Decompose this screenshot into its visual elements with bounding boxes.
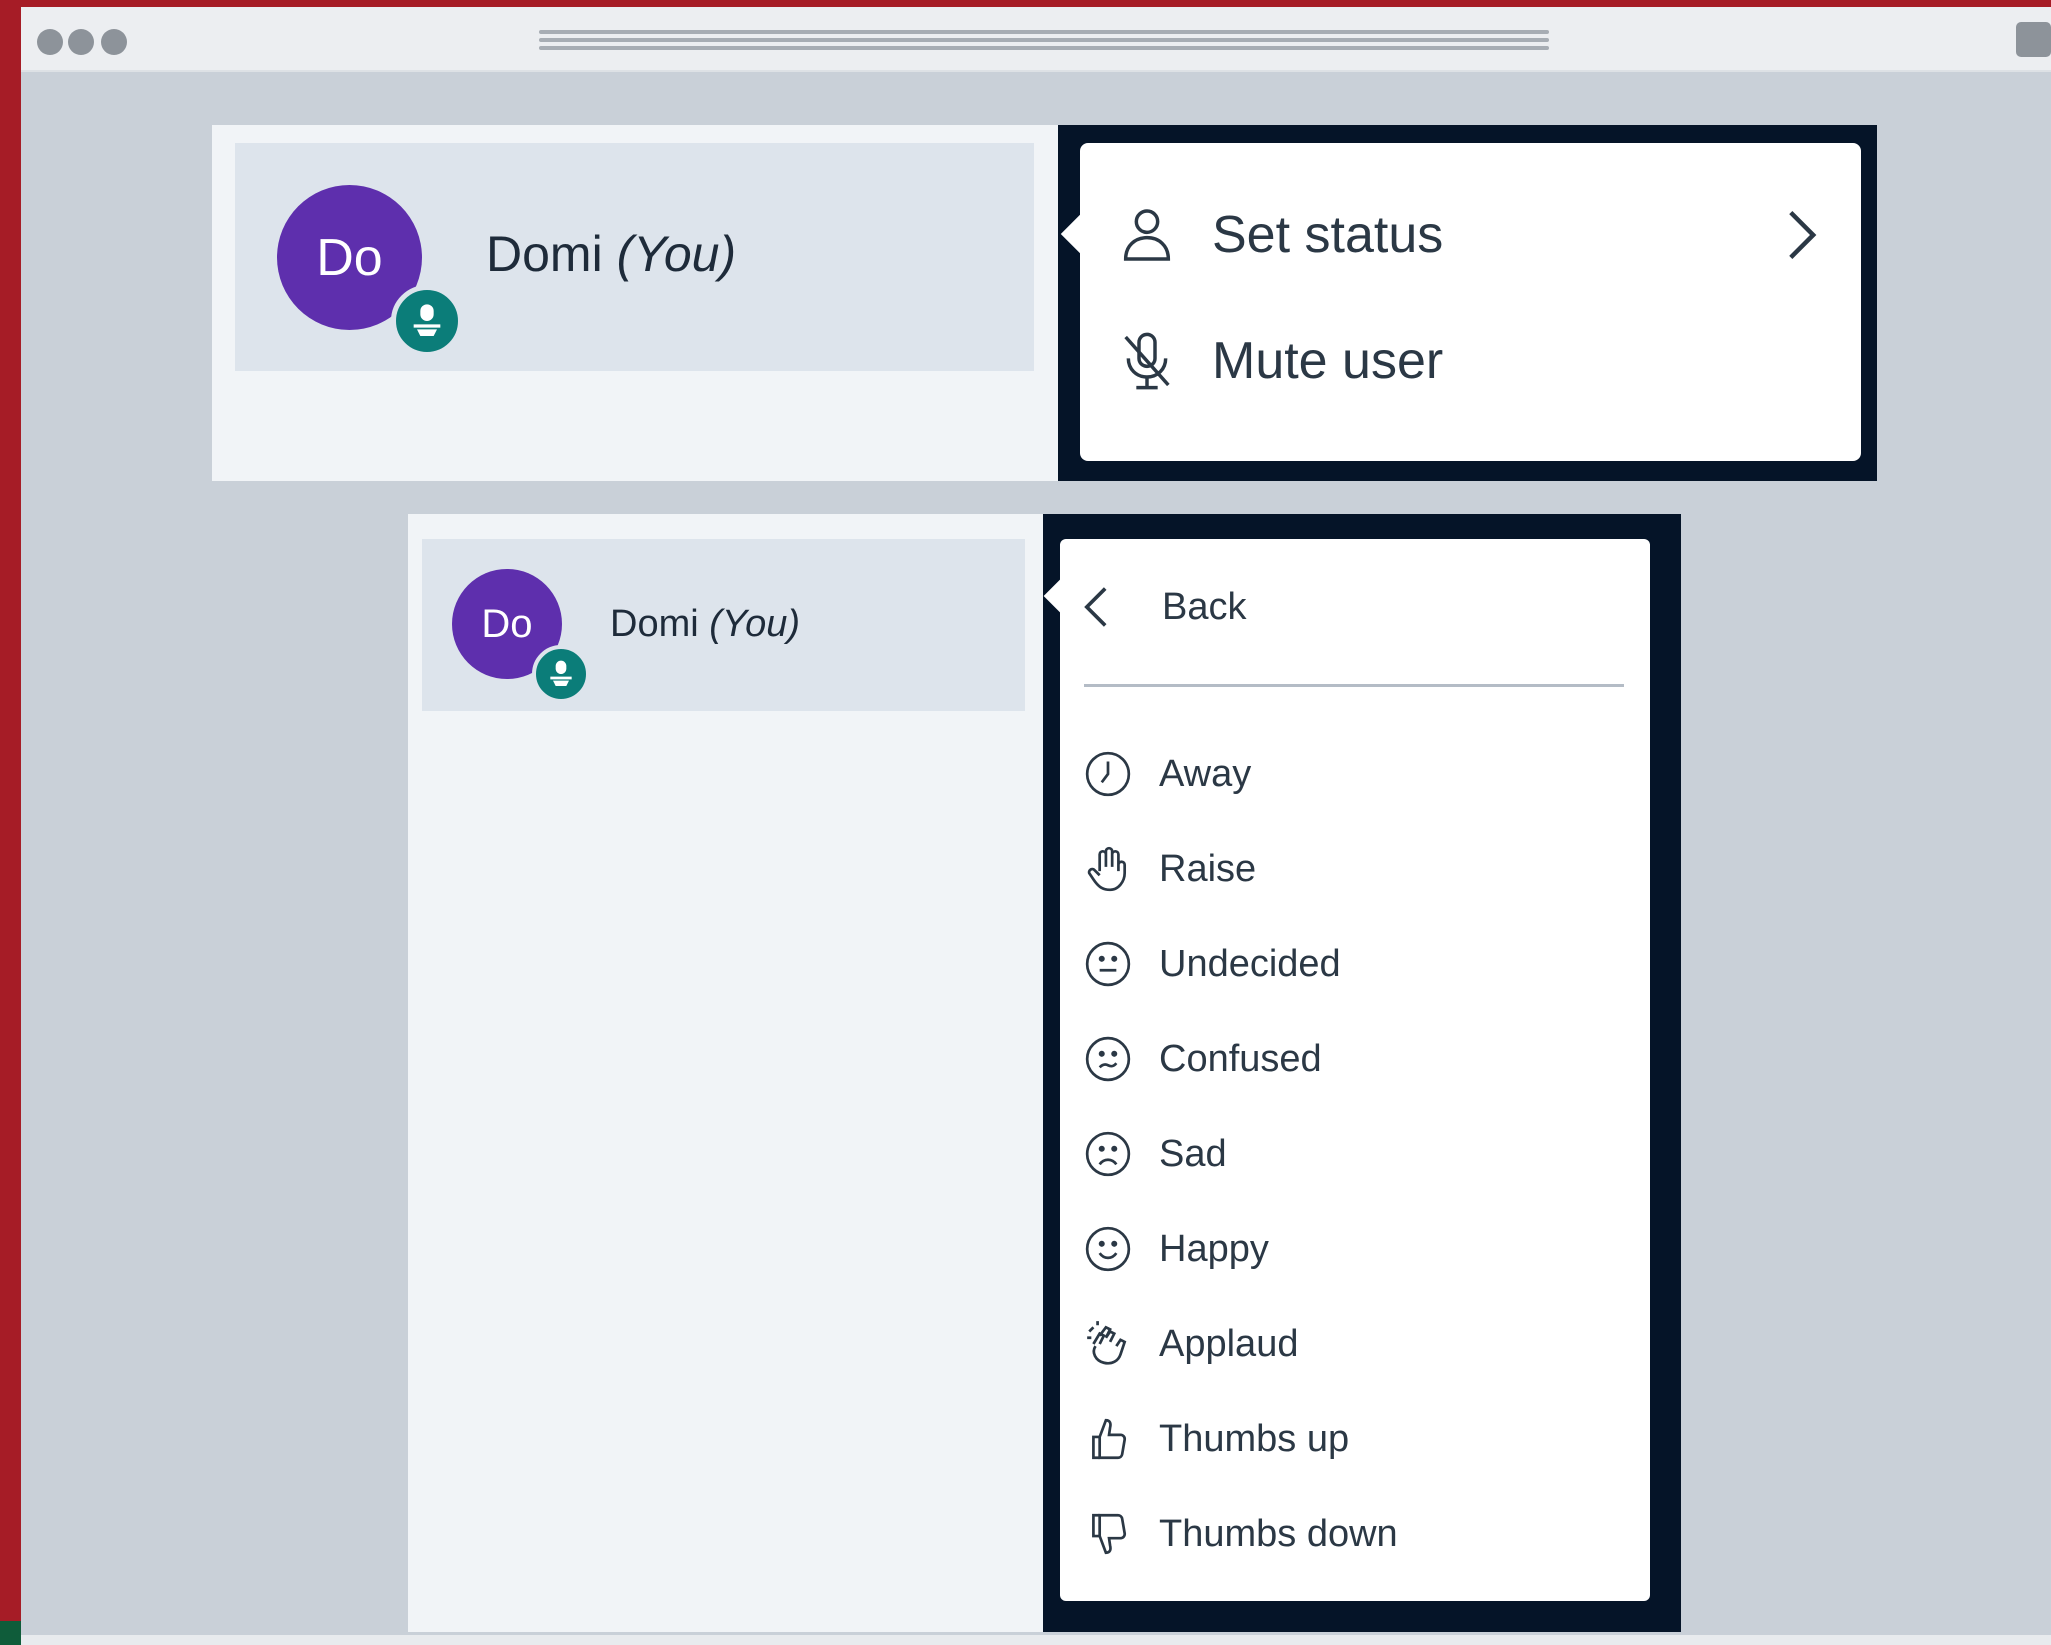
status-label: Undecided bbox=[1159, 942, 1341, 985]
context-menu: Set status Mute user bbox=[1060, 143, 1861, 461]
sad-face-icon bbox=[1082, 1128, 1134, 1180]
happy-face-icon bbox=[1082, 1223, 1134, 1275]
chevron-right-icon bbox=[1772, 205, 1832, 265]
menu-lines-icon bbox=[539, 30, 1549, 56]
avatar-initials: Do bbox=[316, 228, 383, 287]
you-label: (You) bbox=[709, 603, 801, 645]
menu-item-label: Set status bbox=[1212, 206, 1444, 264]
user-icon bbox=[1112, 200, 1182, 270]
user-name: Domi (You) bbox=[486, 225, 736, 283]
status-thumbs-down[interactable]: Thumbs down bbox=[1082, 1504, 1622, 1564]
thumbs-down-icon bbox=[1082, 1508, 1134, 1560]
user-name-text: Domi bbox=[486, 226, 603, 282]
menu-divider bbox=[1084, 684, 1624, 687]
back-button[interactable]: Back bbox=[1082, 577, 1622, 637]
applaud-icon bbox=[1082, 1318, 1134, 1370]
window-dot-icon[interactable] bbox=[37, 29, 63, 55]
status-applaud[interactable]: Applaud bbox=[1082, 1314, 1622, 1374]
status-label: Away bbox=[1159, 752, 1252, 795]
status-options-panel: Do Domi (You) Back Away Raise Undecided … bbox=[408, 514, 1681, 1632]
status-label: Applaud bbox=[1159, 1322, 1299, 1365]
window-dot-icon[interactable] bbox=[68, 29, 94, 55]
status-raise[interactable]: Raise bbox=[1082, 839, 1622, 899]
clock-icon bbox=[1082, 748, 1134, 800]
window-dot-icon[interactable] bbox=[101, 29, 127, 55]
back-label: Back bbox=[1162, 585, 1247, 628]
status-label: Thumbs up bbox=[1159, 1417, 1350, 1460]
status-happy[interactable]: Happy bbox=[1082, 1219, 1622, 1279]
status-sad[interactable]: Sad bbox=[1082, 1124, 1622, 1184]
you-label: (You) bbox=[616, 226, 737, 282]
status-label: Confused bbox=[1159, 1037, 1322, 1080]
status-away[interactable]: Away bbox=[1082, 744, 1622, 804]
window-bottom-edge bbox=[21, 1635, 2051, 1645]
hand-icon bbox=[1082, 843, 1134, 895]
status-label: Happy bbox=[1159, 1227, 1269, 1270]
window-titlebar bbox=[21, 7, 2051, 72]
mute-user-menu-item[interactable]: Mute user bbox=[1112, 321, 1832, 401]
status-label: Thumbs down bbox=[1159, 1512, 1398, 1555]
status-undecided[interactable]: Undecided bbox=[1082, 934, 1622, 994]
user-name-text: Domi bbox=[610, 603, 699, 645]
user-list-pane: Do Domi (You) bbox=[212, 125, 1058, 481]
chevron-left-icon bbox=[1082, 582, 1122, 632]
status-menu: Back Away Raise Undecided Confused Sad H… bbox=[1043, 539, 1650, 1601]
window-button-icon[interactable] bbox=[2016, 22, 2051, 57]
menu-caret bbox=[1060, 212, 1104, 256]
menu-caret bbox=[1043, 577, 1081, 615]
presenter-icon bbox=[391, 285, 463, 357]
set-status-menu-item[interactable]: Set status bbox=[1112, 195, 1832, 275]
menu-item-label: Mute user bbox=[1212, 332, 1444, 390]
status-confused[interactable]: Confused bbox=[1082, 1029, 1622, 1089]
status-thumbs-up[interactable]: Thumbs up bbox=[1082, 1409, 1622, 1469]
user-list-item[interactable]: Do Domi (You) bbox=[422, 539, 1025, 711]
presenter-icon bbox=[532, 645, 590, 703]
edge-accent-green bbox=[0, 1621, 21, 1645]
user-name: Domi (You) bbox=[610, 603, 800, 646]
mic-off-icon bbox=[1112, 326, 1182, 396]
user-list-pane: Do Domi (You) bbox=[408, 514, 1043, 1632]
status-menu-frame: Back Away Raise Undecided Confused Sad H… bbox=[1043, 514, 1681, 1632]
status-label: Raise bbox=[1159, 847, 1257, 890]
browser-window: Do Domi (You) Set status Mute user Do Do… bbox=[21, 7, 2051, 1645]
status-label: Sad bbox=[1159, 1132, 1227, 1175]
context-menu-frame: Set status Mute user bbox=[1058, 125, 1877, 481]
avatar-initials: Do bbox=[481, 601, 533, 646]
user-list-item[interactable]: Do Domi (You) bbox=[235, 143, 1034, 371]
thumbs-up-icon bbox=[1082, 1413, 1134, 1465]
user-options-panel: Do Domi (You) Set status Mute user bbox=[212, 125, 1877, 481]
confused-face-icon bbox=[1082, 1033, 1134, 1085]
neutral-face-icon bbox=[1082, 938, 1134, 990]
